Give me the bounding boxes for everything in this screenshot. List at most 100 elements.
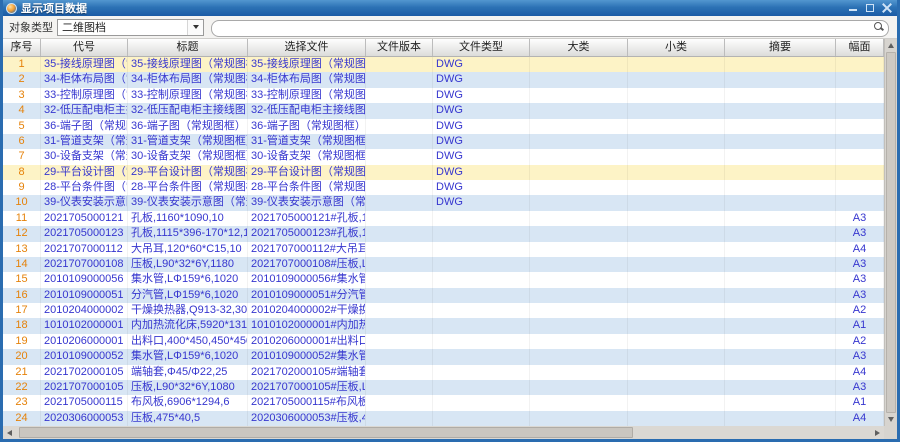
cell-file_version (366, 226, 433, 242)
table-row[interactable]: 14 2021707000108 压板,L90*32*6Y,1180 20217070… (3, 256, 884, 273)
cell-code: 2021702000105 (41, 364, 128, 380)
table-row[interactable]: 24 2020306000053 压板,475*40,5 2020306000053#… (3, 410, 884, 426)
combo-dropdown-button[interactable] (187, 19, 203, 35)
table-row[interactable]: 23 2021705000115 布风板,6906*1294,6 2021705000… (3, 395, 884, 411)
cell-summary (725, 118, 836, 134)
table-row[interactable]: 17 2010204000002 干燥换热器,Q913-32,30 201020400… (3, 303, 884, 319)
cell-title: 39-仪表安装示意图（常规... (128, 195, 248, 211)
cell-seq: 7 (3, 149, 41, 165)
table-row[interactable]: 15 2010109000056 集水管,LΦ159*6,1020 201010900… (3, 272, 884, 288)
cell-file_version (366, 57, 433, 73)
column-header-file_version[interactable]: 文件版本 (366, 39, 433, 56)
cell-minor_category (628, 164, 725, 180)
object-type-select[interactable]: 二维图档 (57, 18, 204, 36)
table-row[interactable]: 13 2021707000112 大吊耳,120*60*C15,10 20217070… (3, 241, 884, 257)
table-row[interactable]: 12 2021705000123 孔板,1115*396-170*12,10 2021… (3, 226, 884, 242)
cell-code: 35-接线原理图（常... (41, 57, 128, 73)
table-row[interactable]: 11 2021705000121 孔板,1160*1090,10 2021705000… (3, 210, 884, 227)
horizontal-scrollbar[interactable] (3, 426, 897, 439)
table-row[interactable]: 536-端子图（常规图...36-端子图（常规图框）36-端子图（常规图框）.d… (3, 118, 884, 134)
cell-file_type (433, 379, 530, 396)
cell-file: 30-设备支架（常规图框）.d... (248, 149, 366, 165)
cell-sheet_size (836, 72, 884, 88)
cell-file_version (366, 241, 433, 257)
cell-sheet_size: A3 (836, 210, 884, 227)
cell-file: 32-低压配电柜主接线图（... (248, 103, 366, 119)
cell-file: 33-控制原理图（常规图框... (248, 87, 366, 104)
table-row[interactable]: 22 2021707000105 压板,L90*32*6Y,1080 20217070… (3, 379, 884, 396)
cell-file: 28-平台条件图（常规图框... (248, 180, 366, 196)
table-row[interactable]: 829-平台设计图（常...29-平台设计图（常规图框）29-平台设计图（常规图… (3, 164, 884, 180)
cell-file: 31-管道支架（常规图框）.d... (248, 133, 366, 150)
maximize-icon[interactable] (865, 3, 875, 13)
column-header-summary[interactable]: 摘要 (725, 39, 836, 56)
cell-title: 32-低压配电柜主接线图（... (128, 103, 248, 119)
search-icon[interactable] (874, 21, 882, 30)
cell-file: 2021707000108#压板,L90... (248, 256, 366, 273)
column-header-seq[interactable]: 序号 (3, 39, 41, 56)
cell-seq: 5 (3, 118, 41, 134)
cell-file: 1010102000001#内加热流... (248, 318, 366, 334)
scroll-right-button[interactable] (871, 426, 884, 439)
cell-major_category (530, 195, 628, 211)
cell-summary (725, 333, 836, 350)
cell-minor_category (628, 395, 725, 411)
cell-seq: 11 (3, 210, 41, 227)
table-row[interactable]: 19 2010206000001 出料口,400*450,450*450 201020… (3, 333, 884, 350)
search-input[interactable] (211, 20, 889, 37)
close-icon[interactable] (882, 3, 892, 13)
cell-minor_category (628, 364, 725, 380)
vertical-scroll-thumb[interactable] (886, 52, 896, 413)
table-row[interactable]: 928-平台条件图（常...28-平台条件图（常规图框）28-平台条件图（常规图… (3, 180, 884, 196)
table-row[interactable]: 234-柜体布局图（常...34-柜体布局图（常规图框）34-柜体布局图（常规图… (3, 72, 884, 88)
column-header-file_type[interactable]: 文件类型 (433, 39, 530, 56)
scroll-up-button[interactable] (885, 39, 897, 52)
cell-major_category (530, 118, 628, 134)
cell-file_type (433, 349, 530, 365)
cell-file_type: DWG (433, 87, 530, 104)
cell-major_category (530, 226, 628, 242)
table-row[interactable]: 432-低压配电柜主接...32-低压配电柜主接线图（...32-低压配电柜主接… (3, 103, 884, 119)
scroll-left-button[interactable] (3, 426, 16, 439)
table-row[interactable]: 21 2021702000105 端轴套,Φ45/Φ22,25 20217020001… (3, 364, 884, 380)
table-row[interactable]: 16 2010109000051 分汽管,LΦ159*6,1020 201010900… (3, 287, 884, 303)
table-row[interactable]: 631-管道支架（常规...31-管道支架（常规图框）31-管道支架（常规图框）… (3, 133, 884, 150)
cell-sheet_size (836, 195, 884, 211)
cell-file: 2021702000105#端轴套,Φ... (248, 364, 366, 380)
cell-major_category (530, 256, 628, 273)
table-row[interactable]: 333-控制原理图（常...33-控制原理图（常规图框）33-控制原理图（常规图… (3, 87, 884, 104)
table-row[interactable]: 730-设备支架（常规...30-设备支架（常规图框）30-设备支架（常规图框）… (3, 149, 884, 165)
horizontal-scroll-track[interactable] (16, 426, 871, 439)
column-header-sheet_size[interactable]: 幅面 (836, 39, 884, 56)
table-area: 序号代号标题选择文件文件版本文件类型大类小类摘要幅面 135-接线原理图（常..… (3, 39, 897, 426)
cell-minor_category (628, 149, 725, 165)
table-row[interactable]: 135-接线原理图（常...35-接线原理图（常规图框）35-接线原理图（常规图… (3, 57, 884, 73)
column-header-minor_category[interactable]: 小类 (628, 39, 725, 56)
cell-seq: 13 (3, 241, 41, 257)
cell-seq: 22 (3, 379, 41, 396)
cell-title: 大吊耳,120*60*C15,10 (128, 241, 248, 257)
cell-summary (725, 303, 836, 319)
column-header-major_category[interactable]: 大类 (530, 39, 628, 56)
column-header-file[interactable]: 选择文件 (248, 39, 366, 56)
cell-summary (725, 195, 836, 211)
cell-code: 32-低压配电柜主接... (41, 103, 128, 119)
column-header-title[interactable]: 标题 (128, 39, 248, 56)
vertical-scrollbar[interactable] (884, 39, 897, 426)
cell-file_type (433, 318, 530, 334)
column-header-code[interactable]: 代号 (41, 39, 128, 56)
app-icon (6, 2, 17, 14)
cell-code: 33-控制原理图（常... (41, 87, 128, 104)
table-row[interactable]: 181010102000001内加热流化床,5920*1312,G...1010… (3, 318, 884, 334)
minimize-icon[interactable] (848, 3, 858, 13)
cell-sheet_size: A1 (836, 395, 884, 411)
table-row[interactable]: 1039-仪表安装示意图...39-仪表安装示意图（常规...39-仪表安装示意… (3, 195, 884, 211)
cell-major_category (530, 318, 628, 334)
cell-file_version (366, 164, 433, 180)
object-type-label: 对象类型 (9, 22, 53, 34)
cell-code: 2021705000123 (41, 226, 128, 242)
horizontal-scroll-thumb[interactable] (19, 427, 633, 438)
cell-seq: 3 (3, 87, 41, 104)
scroll-down-button[interactable] (885, 413, 897, 426)
table-row[interactable]: 20 2010109000052 集水管,LΦ159*6,1020 201010900… (3, 349, 884, 365)
